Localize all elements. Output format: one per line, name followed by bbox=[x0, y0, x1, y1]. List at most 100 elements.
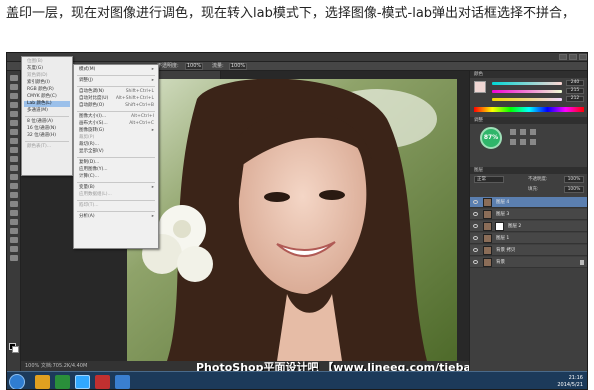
menu-item-image-size[interactable]: 图像大小(I)... Alt+Ctrl+I bbox=[76, 114, 156, 120]
layer-row[interactable]: 图层 2 bbox=[470, 221, 587, 232]
menu-item-auto-color[interactable]: 自动颜色(O) Shift+Ctrl+B bbox=[76, 103, 156, 109]
menu-item-grayscale[interactable]: 灰度(G) bbox=[24, 66, 70, 72]
flow-input[interactable]: 100% bbox=[229, 63, 247, 70]
media-player-icon[interactable] bbox=[55, 375, 70, 389]
visibility-eye-icon[interactable] bbox=[473, 260, 478, 264]
path-select-tool-icon[interactable] bbox=[10, 219, 18, 225]
menu-item-cmyk-color[interactable]: CMYK 颜色(C) bbox=[24, 94, 70, 100]
photo-filter-icon[interactable] bbox=[530, 139, 536, 145]
menu-item-crop[interactable]: 裁剪(P) bbox=[76, 135, 156, 141]
visibility-eye-icon[interactable] bbox=[473, 236, 478, 240]
menu-item-indexed-color[interactable]: 索引颜色(I) bbox=[24, 80, 70, 86]
layer-row[interactable]: 背景 bbox=[470, 257, 587, 268]
background-color-swatch[interactable] bbox=[12, 346, 19, 353]
menu-item-16bit[interactable]: 16 位/通道(N) bbox=[24, 126, 70, 132]
system-clock[interactable]: 21:16 2014/5/21 bbox=[557, 375, 583, 389]
dodge-tool-icon[interactable] bbox=[10, 192, 18, 198]
layer-mask-thumbnail[interactable] bbox=[495, 222, 504, 231]
menu-item-analysis[interactable]: 分析(A) ▸ bbox=[76, 214, 156, 220]
menu-item-adjust[interactable]: 调整(J) ▸ bbox=[76, 78, 156, 84]
layer-row[interactable]: 背景 拷贝 bbox=[470, 245, 587, 256]
marquee-tool-icon[interactable] bbox=[10, 84, 18, 90]
hue-saturation-icon[interactable] bbox=[510, 139, 516, 145]
minimize-icon[interactable] bbox=[559, 54, 567, 60]
menu-item-trim[interactable]: 裁切(R)... bbox=[76, 142, 156, 148]
maximize-icon[interactable] bbox=[569, 54, 577, 60]
type-tool-icon[interactable] bbox=[10, 210, 18, 216]
menu-item-auto-tone[interactable]: 自动色调(N) Shift+Ctrl+L bbox=[76, 89, 156, 95]
zoom-tool-icon[interactable] bbox=[10, 255, 18, 261]
red-value[interactable]: 240 bbox=[566, 80, 584, 86]
green-value[interactable]: 215 bbox=[566, 88, 584, 94]
levels-icon[interactable] bbox=[520, 129, 526, 135]
menu-item-apply-image[interactable]: 应用图像(Y)... bbox=[76, 167, 156, 173]
lasso-tool-icon[interactable] bbox=[10, 93, 18, 99]
healing-tool-icon[interactable] bbox=[10, 129, 18, 135]
menu-item-reveal-all[interactable]: 显示全部(V) bbox=[76, 149, 156, 155]
tab-layers[interactable]: 图层 bbox=[470, 167, 587, 174]
green-slider[interactable] bbox=[492, 90, 562, 93]
menu-item-mode[interactable]: 模式(M) ▸ bbox=[76, 67, 156, 73]
menu-item-duplicate[interactable]: 复制(D)... bbox=[76, 160, 156, 166]
menu-item-duotone[interactable]: 双色调(D) bbox=[24, 73, 70, 79]
opacity-input[interactable]: 100% bbox=[185, 63, 203, 70]
menu-item-calculations[interactable]: 计算(C)... bbox=[76, 174, 156, 180]
red-slider[interactable] bbox=[492, 82, 562, 85]
brightness-icon[interactable] bbox=[510, 129, 516, 135]
layer-row[interactable]: 图层 1 bbox=[470, 233, 587, 244]
layer-fill-label: 填充: bbox=[528, 187, 539, 192]
tab-adjustments[interactable]: 调整 bbox=[470, 117, 587, 124]
move-tool-icon[interactable] bbox=[10, 75, 18, 81]
blue-slider[interactable] bbox=[492, 98, 562, 101]
shape-tool-icon[interactable] bbox=[10, 228, 18, 234]
3d-rotate-tool-icon[interactable] bbox=[10, 237, 18, 243]
adjustment-badge[interactable]: 87% bbox=[480, 127, 502, 149]
close-icon[interactable] bbox=[579, 54, 587, 60]
layer-fill-input[interactable]: 100% bbox=[564, 186, 584, 193]
color-preview-swatch[interactable] bbox=[474, 81, 486, 93]
gradient-tool-icon[interactable] bbox=[10, 174, 18, 180]
color-balance-icon[interactable] bbox=[520, 139, 526, 145]
visibility-eye-icon[interactable] bbox=[473, 224, 478, 228]
menu-item-image-rotation[interactable]: 图像旋转(G) ▸ bbox=[76, 128, 156, 134]
menu-item-trap[interactable]: 陷印(T)... bbox=[76, 203, 156, 209]
visibility-eye-icon[interactable] bbox=[473, 248, 478, 252]
menu-item-lab-color[interactable]: Lab 颜色(L) bbox=[24, 101, 70, 107]
eyedropper-tool-icon[interactable] bbox=[10, 120, 18, 126]
browser-icon[interactable] bbox=[95, 375, 110, 389]
layer-row[interactable]: 图层 3 bbox=[470, 209, 587, 220]
layer-opacity-input[interactable]: 100% bbox=[564, 176, 584, 183]
crop-tool-icon[interactable] bbox=[10, 111, 18, 117]
menu-item-multichannel[interactable]: 多通道(M) bbox=[24, 108, 70, 114]
eraser-tool-icon[interactable] bbox=[10, 165, 18, 171]
tab-color[interactable]: 颜色 bbox=[470, 71, 587, 78]
folder-icon[interactable] bbox=[35, 375, 50, 389]
menu-item-32bit[interactable]: 32 位/通道(H) bbox=[24, 133, 70, 139]
hand-tool-icon[interactable] bbox=[10, 246, 18, 252]
menu-item-bitmap[interactable]: 位图(B) bbox=[24, 59, 70, 65]
menu-item-8bit[interactable]: 8 位/通道(A) bbox=[24, 119, 70, 125]
curves-icon[interactable] bbox=[530, 129, 536, 135]
qq-icon[interactable] bbox=[115, 375, 130, 389]
menu-item-rgb-color[interactable]: RGB 颜色(R) bbox=[24, 87, 70, 93]
menu-item-apply-data-set[interactable]: 应用数据组(L)... bbox=[76, 192, 156, 198]
pen-tool-icon[interactable] bbox=[10, 201, 18, 207]
start-button[interactable] bbox=[9, 374, 25, 389]
visibility-eye-icon[interactable] bbox=[473, 200, 478, 204]
blend-mode-select[interactable]: 正常 bbox=[474, 176, 504, 183]
quick-select-tool-icon[interactable] bbox=[10, 102, 18, 108]
history-brush-tool-icon[interactable] bbox=[10, 156, 18, 162]
visibility-eye-icon[interactable] bbox=[473, 212, 478, 216]
layer-row[interactable]: 图层 4 bbox=[470, 197, 587, 208]
photoshop-icon[interactable] bbox=[75, 375, 90, 389]
menu-item-auto-contrast[interactable]: 自动对比度(U) Alt+Shift+Ctrl+L bbox=[76, 96, 156, 102]
brush-tool-icon[interactable] bbox=[10, 138, 18, 144]
photo-canvas[interactable] bbox=[127, 79, 457, 361]
stamp-tool-icon[interactable] bbox=[10, 147, 18, 153]
menu-item-variables[interactable]: 变量(B) ▸ bbox=[76, 185, 156, 191]
color-spectrum-bar[interactable] bbox=[474, 107, 584, 112]
menu-item-canvas-size[interactable]: 画布大小(S)... Alt+Ctrl+C bbox=[76, 121, 156, 127]
blue-value[interactable]: 212 bbox=[566, 96, 584, 102]
menu-item-color-table[interactable]: 颜色表(T)... bbox=[24, 144, 70, 150]
blur-tool-icon[interactable] bbox=[10, 183, 18, 189]
